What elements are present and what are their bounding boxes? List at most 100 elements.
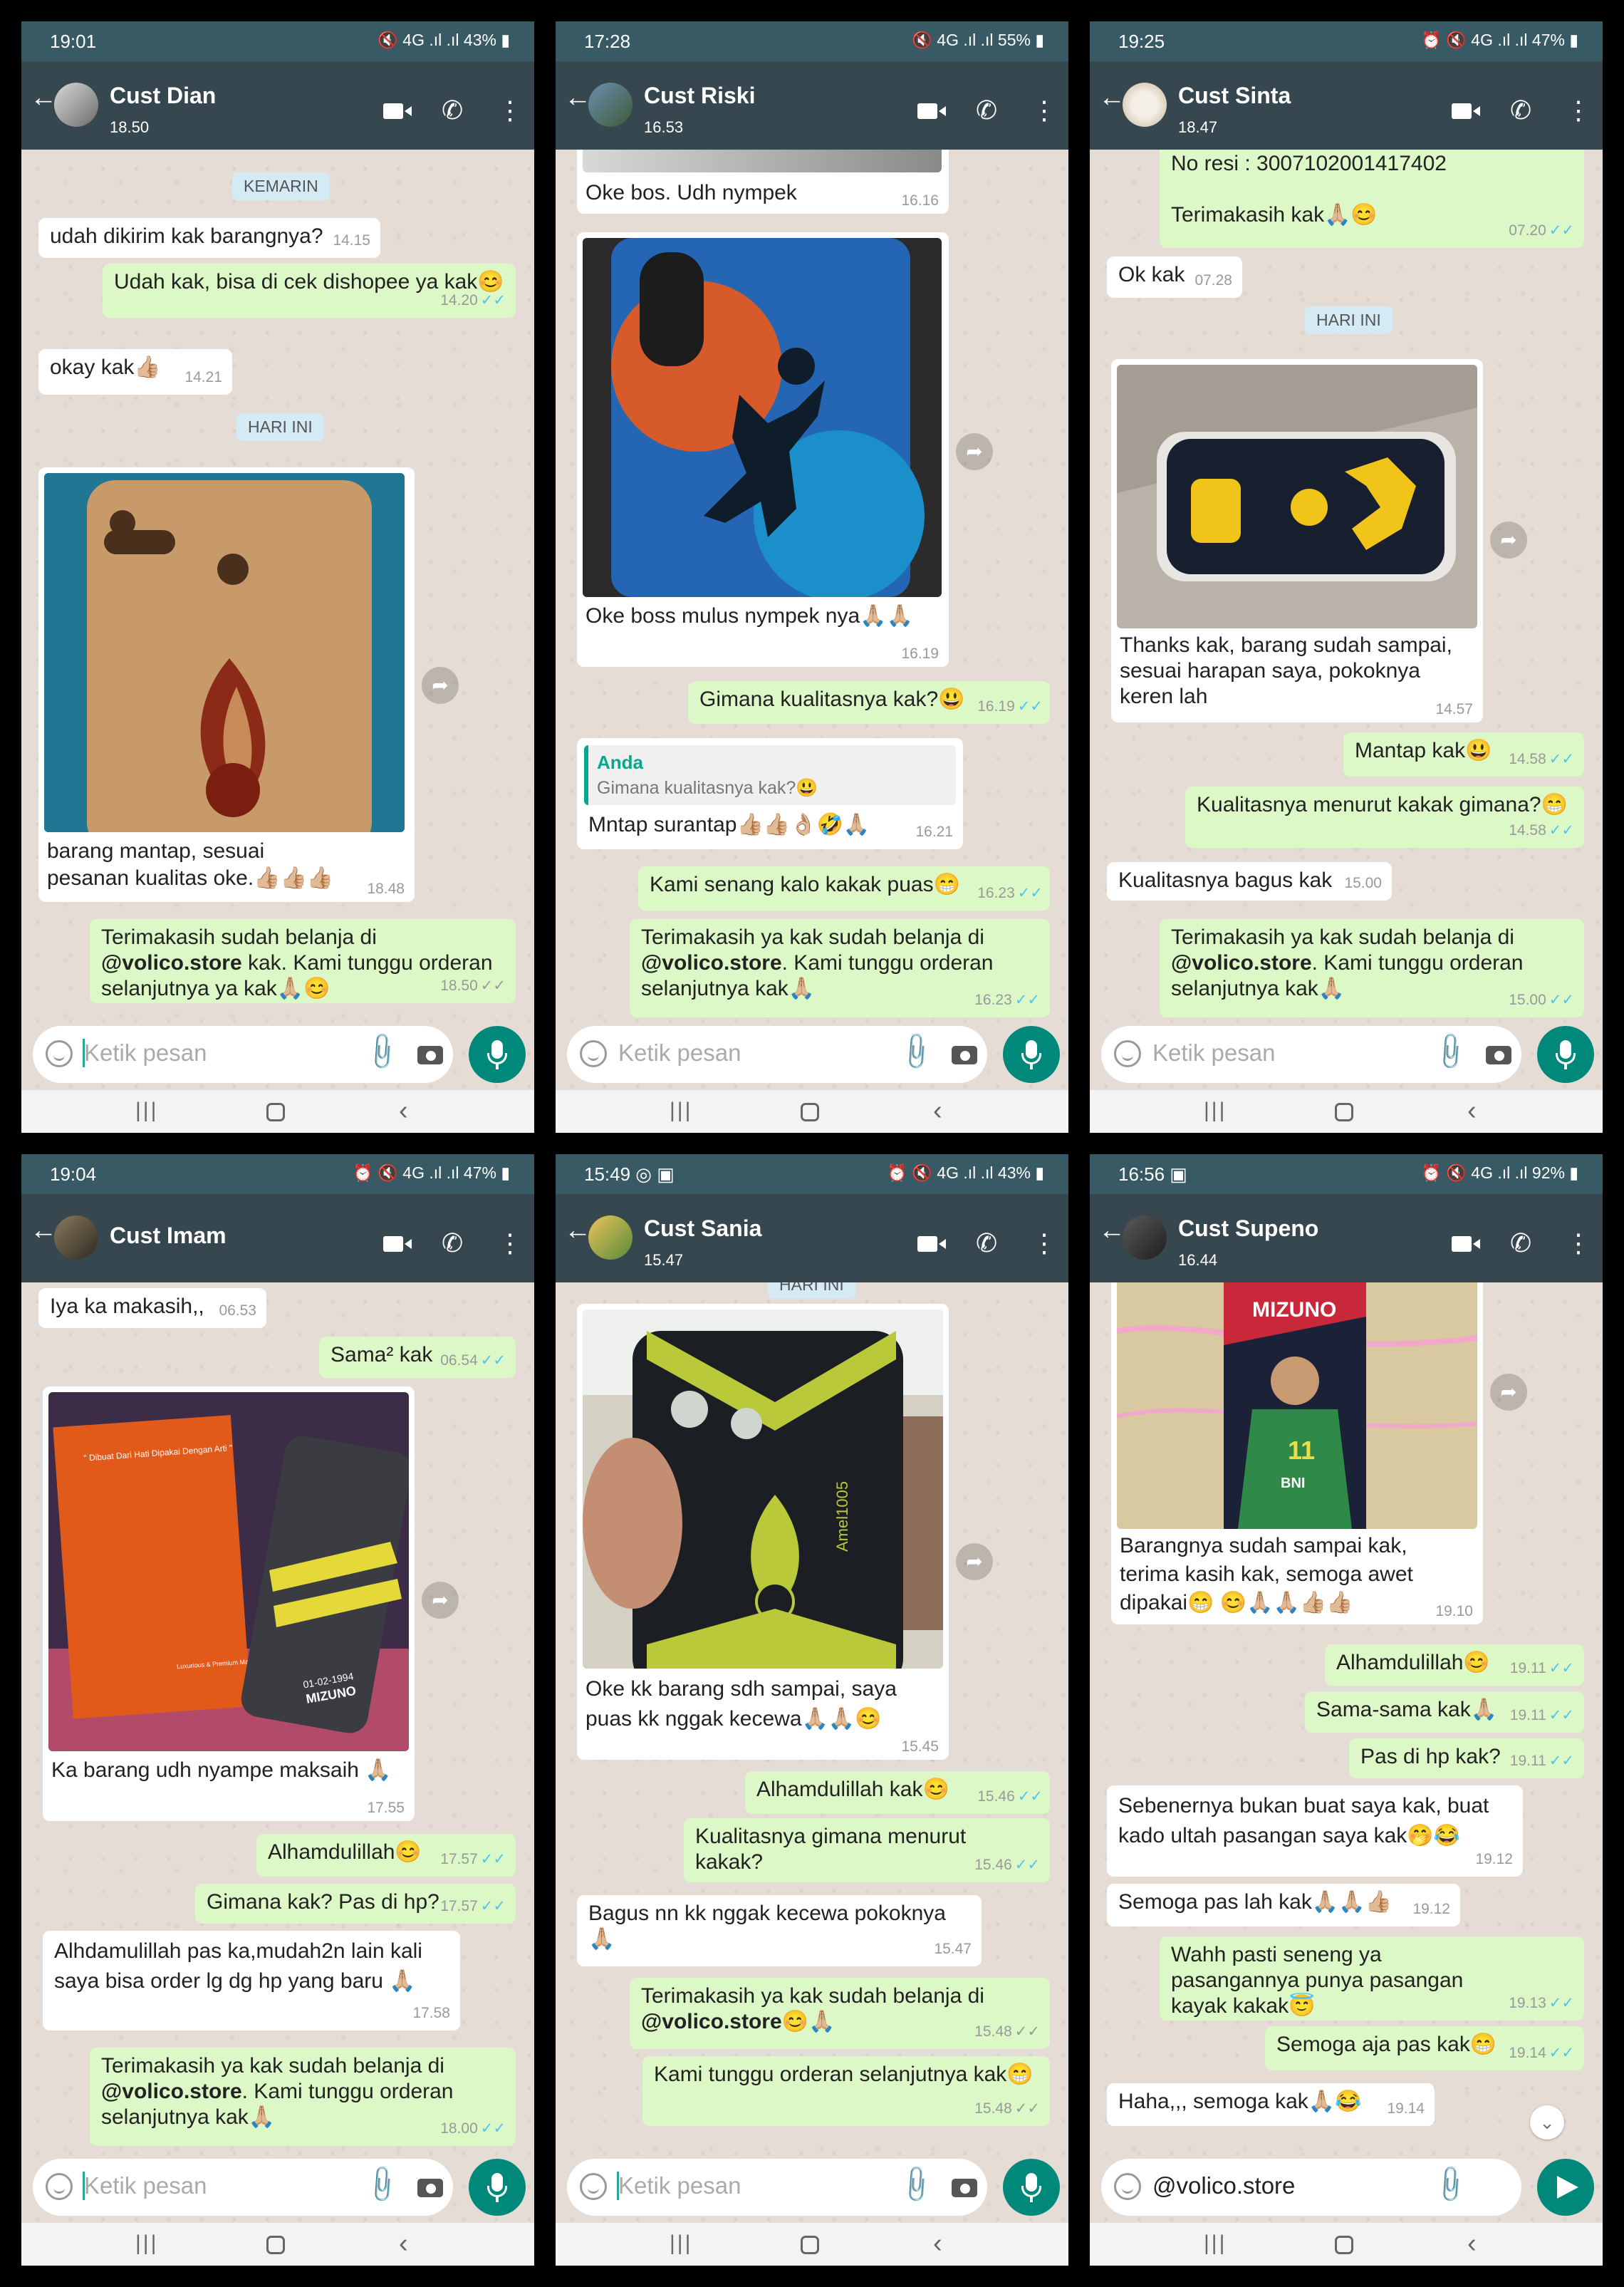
video-call-icon[interactable] (917, 1236, 946, 1252)
message-input[interactable]: @volico.store (1152, 2172, 1295, 2199)
image-message[interactable]: Thanks kak, barang sudah sampai, sesuai … (1111, 359, 1483, 722)
message-input-bar[interactable]: Ketik pesan 📎 (1101, 1026, 1521, 1083)
home-icon[interactable] (801, 1103, 819, 1121)
camera-icon[interactable] (952, 2179, 977, 2197)
message-input-bar[interactable]: Ketik pesan 📎 (33, 1026, 453, 1083)
phone-case-photo[interactable]: MIZUNO 11 BNI (1117, 1282, 1477, 1529)
more-menu-icon[interactable]: ⋮ (1031, 95, 1057, 125)
phone-case-photo[interactable]: " Dibuat Dari Hati Dipakai Dengan Arti "… (48, 1392, 409, 1751)
image-message[interactable]: Amel1005 Oke kk barang sdh sampai, saya … (577, 1304, 949, 1760)
attach-icon[interactable]: 📎 (895, 1030, 938, 1073)
contact-name[interactable]: Cust Sania (644, 1215, 761, 1242)
message-outgoing[interactable]: Sama² kak 06.54 ✓✓ (319, 1337, 516, 1378)
message-incoming[interactable]: Ok kak 07.28 (1107, 256, 1242, 298)
message-outgoing[interactable]: Gimana kualitasnya kak?😃 16.19 ✓✓ (688, 681, 1050, 724)
image-message[interactable]: barang mantap, sesuai pesanan kualitas o… (38, 467, 415, 902)
video-call-icon[interactable] (1452, 103, 1480, 119)
forward-icon[interactable]: ➦ (956, 1543, 993, 1580)
message-outgoing[interactable]: Alhamdulillah😊 19.11 ✓✓ (1325, 1644, 1584, 1686)
message-incoming[interactable]: Semoga pas lah kak🙏🏼🙏🏼👍🏼 19.12 (1107, 1884, 1460, 1926)
contact-name[interactable]: Cust Dian (110, 83, 216, 109)
send-button[interactable] (1537, 2159, 1594, 2216)
message-outgoing[interactable]: Alhamdulillah😊 17.57 ✓✓ (256, 1834, 516, 1877)
forward-icon[interactable]: ➦ (1490, 1374, 1527, 1411)
mic-button[interactable] (1537, 1026, 1594, 1083)
message-incoming[interactable]: Haha,,, semoga kak🙏🏼😂 19.14 (1107, 2083, 1435, 2126)
message-outgoing[interactable]: Wahh pasti seneng ya pasangannya punya p… (1160, 1936, 1584, 2021)
message-input-bar[interactable]: @volico.store 📎 (1101, 2159, 1521, 2216)
attach-icon[interactable]: 📎 (1429, 1030, 1472, 1073)
message-input-bar[interactable]: Ketik pesan 📎 (33, 2159, 453, 2216)
message-outgoing[interactable]: Terimakasih sudah belanja di @volico.sto… (90, 919, 516, 1003)
message-incoming[interactable]: Alhdamulillah pas ka,mudah2n lain kali s… (43, 1931, 460, 2031)
attach-icon[interactable]: 📎 (360, 1030, 404, 1073)
more-menu-icon[interactable]: ⋮ (1566, 95, 1591, 125)
message-outgoing[interactable]: Kami tunggu orderan selanjutnya kak😁 15.4… (642, 2056, 1050, 2126)
camera-icon[interactable] (1486, 1046, 1511, 1064)
recents-icon[interactable]: ||| (135, 2231, 158, 2256)
phone-case-photo[interactable] (583, 238, 942, 597)
home-icon[interactable] (266, 2236, 285, 2254)
message-outgoing[interactable]: Terimakasih ya kak sudah belanja di @vol… (1160, 919, 1584, 1017)
back-arrow-icon[interactable]: ← (564, 1215, 591, 1246)
message-input-bar[interactable]: Ketik pesan 📎 (567, 2159, 987, 2216)
emoji-icon[interactable] (580, 1040, 607, 1067)
mic-button[interactable] (1003, 1026, 1060, 1083)
message-input-bar[interactable]: Ketik pesan 📎 (567, 1026, 987, 1083)
avatar[interactable] (588, 1215, 633, 1260)
video-call-icon[interactable] (917, 103, 946, 119)
attach-icon[interactable]: 📎 (360, 2162, 404, 2206)
message-outgoing[interactable]: Terimakasih ya kak sudah belanja di @vol… (630, 1978, 1050, 2049)
message-incoming[interactable]: Kualitasnya bagus kak 15.00 (1107, 862, 1392, 901)
camera-icon[interactable] (952, 1046, 977, 1064)
message-outgoing[interactable]: Terimakasih ya kak sudah belanja di @vol… (90, 2048, 516, 2146)
recents-icon[interactable]: ||| (135, 1099, 158, 1123)
forward-icon[interactable]: ➦ (422, 1582, 459, 1619)
camera-icon[interactable] (417, 2179, 443, 2197)
emoji-icon[interactable] (1114, 2173, 1141, 2200)
recents-icon[interactable]: ||| (1204, 1099, 1227, 1123)
more-menu-icon[interactable]: ⋮ (1031, 1228, 1057, 1258)
quoted-message[interactable]: Anda Gimana kualitasnya kak?😃 (584, 745, 956, 805)
back-arrow-icon[interactable]: ← (30, 83, 57, 113)
message-incoming[interactable]: Sebenernya bukan buat saya kak, buat kad… (1107, 1785, 1523, 1877)
message-incoming[interactable]: udah dikirim kak barangnya? 14.15 (38, 218, 380, 258)
back-arrow-icon[interactable]: ← (1098, 83, 1125, 113)
contact-name[interactable]: Cust Supeno (1178, 1215, 1318, 1242)
message-outgoing[interactable]: Kualitasnya gimana menurut kakak? 15.46 ✓✓ (684, 1818, 1050, 1882)
message-incoming-reply[interactable]: Anda Gimana kualitasnya kak?😃 Mntap suran… (577, 738, 963, 849)
home-icon[interactable] (266, 1103, 285, 1121)
back-arrow-icon[interactable]: ← (1098, 1215, 1125, 1246)
message-input[interactable]: Ketik pesan (84, 2172, 207, 2199)
contact-name[interactable]: Cust Riski (644, 83, 755, 109)
back-nav-icon[interactable]: ‹ (399, 2229, 408, 2259)
message-outgoing[interactable]: Terimakasih ya kak sudah belanja di @vol… (630, 919, 1050, 1017)
avatar[interactable] (1123, 1215, 1167, 1260)
more-menu-icon[interactable]: ⋮ (497, 1228, 523, 1258)
back-arrow-icon[interactable]: ← (30, 1215, 57, 1246)
message-input[interactable]: Ketik pesan (618, 2172, 741, 2199)
image-message[interactable]: " Dibuat Dari Hati Dipakai Dengan Arti "… (43, 1386, 415, 1821)
contact-name[interactable]: Cust Sinta (1178, 83, 1291, 109)
back-nav-icon[interactable]: ‹ (933, 1096, 942, 1126)
emoji-icon[interactable] (46, 2173, 73, 2200)
home-icon[interactable] (1335, 1103, 1353, 1121)
phone-call-icon[interactable]: ✆ (1510, 1228, 1531, 1258)
emoji-icon[interactable] (1114, 1040, 1141, 1067)
message-outgoing[interactable]: No resi : 3007102001417402 Terimakasih ka… (1160, 150, 1584, 248)
image-message[interactable]: Oke boss mulus nympek nya🙏🏼🙏🏼 16.19 (577, 232, 949, 667)
message-input[interactable]: Ketik pesan (618, 1039, 741, 1067)
image-message[interactable]: Oke bos. Udh nympek 16.16 (577, 150, 949, 214)
message-outgoing[interactable]: Kualitasnya menurut kakak gimana?😁 14.58 ✓… (1185, 787, 1584, 848)
message-input[interactable]: Ketik pesan (1152, 1039, 1275, 1067)
back-nav-icon[interactable]: ‹ (933, 2229, 942, 2259)
phone-case-photo[interactable]: Amel1005 (583, 1310, 943, 1669)
phone-case-photo[interactable] (44, 473, 405, 832)
message-incoming[interactable]: Bagus nn kk nggak kecewa pokoknya🙏🏼 15.47 (577, 1895, 982, 1966)
forward-icon[interactable]: ➦ (422, 667, 459, 704)
message-outgoing[interactable]: Semoga aja pas kak😁 19.14 ✓✓ (1265, 2026, 1584, 2070)
avatar[interactable] (588, 83, 633, 127)
forward-icon[interactable]: ➦ (1490, 522, 1527, 559)
message-outgoing[interactable]: Sama-sama kak🙏🏼 19.11 ✓✓ (1305, 1691, 1584, 1733)
phone-call-icon[interactable]: ✆ (976, 1228, 997, 1258)
